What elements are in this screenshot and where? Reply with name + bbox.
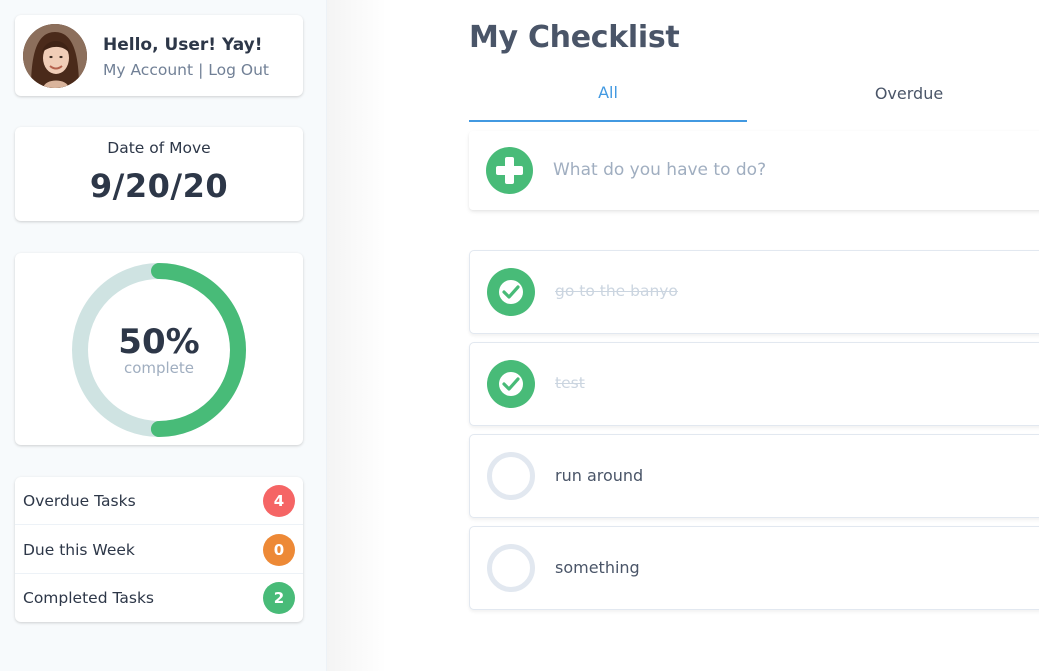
tab-all[interactable]: All bbox=[469, 78, 747, 122]
move-date-card: Date of Move 9/20/20 bbox=[15, 127, 303, 221]
empty-circle-icon[interactable] bbox=[487, 544, 535, 592]
task-text: run around bbox=[555, 466, 644, 485]
move-date-label: Date of Move bbox=[107, 139, 211, 157]
tab-overdue[interactable]: Overdue bbox=[770, 78, 1039, 122]
avatar[interactable] bbox=[23, 24, 87, 88]
empty-circle-icon[interactable] bbox=[487, 452, 535, 500]
profile-card: Hello, User! Yay! My Account | Log Out bbox=[15, 15, 303, 96]
stat-completed-tasks[interactable]: Completed Tasks 2 bbox=[15, 574, 303, 622]
stat-overdue-tasks[interactable]: Overdue Tasks 4 bbox=[15, 477, 303, 525]
sidebar: Hello, User! Yay! My Account | Log Out Dat… bbox=[0, 0, 327, 671]
progress-sub-label: complete bbox=[123, 359, 195, 377]
move-date-value: 9/20/20 bbox=[89, 167, 229, 205]
stat-due-this-week[interactable]: Due this Week 0 bbox=[15, 526, 303, 574]
count-badge: 0 bbox=[263, 533, 295, 566]
link-separator: | bbox=[198, 61, 204, 79]
account-links: My Account | Log Out bbox=[103, 61, 269, 79]
task-item[interactable]: something bbox=[469, 526, 1039, 610]
task-item[interactable]: test bbox=[469, 342, 1039, 426]
task-text: something bbox=[555, 558, 640, 577]
task-item[interactable]: go to the banyo bbox=[469, 250, 1039, 334]
log-out-link[interactable]: Log Out bbox=[208, 61, 269, 79]
new-task-input[interactable] bbox=[553, 153, 1033, 187]
count-badge: 4 bbox=[263, 484, 295, 517]
task-stats-card: Overdue Tasks 4 Due this Week 0 Complete… bbox=[15, 477, 303, 622]
task-item[interactable]: run around bbox=[469, 434, 1039, 518]
progress-percent: 50% bbox=[118, 322, 200, 362]
page-title: My Checklist bbox=[469, 20, 680, 55]
stat-label: Overdue Tasks bbox=[23, 491, 136, 510]
task-text: go to the banyo bbox=[555, 282, 678, 300]
greeting-text: Hello, User! Yay! bbox=[103, 35, 263, 55]
count-badge: 2 bbox=[263, 582, 295, 614]
add-plus-icon[interactable] bbox=[486, 147, 533, 194]
checkmark-circle-icon[interactable] bbox=[487, 268, 535, 316]
stat-label: Due this Week bbox=[23, 540, 135, 559]
progress-card: 50% complete bbox=[15, 253, 303, 445]
content-divider-shadow bbox=[327, 0, 387, 671]
task-text: test bbox=[555, 374, 585, 392]
stat-label: Completed Tasks bbox=[23, 589, 154, 607]
my-account-link[interactable]: My Account bbox=[103, 61, 193, 79]
add-task-card bbox=[469, 131, 1039, 210]
checkmark-circle-icon[interactable] bbox=[487, 360, 535, 408]
